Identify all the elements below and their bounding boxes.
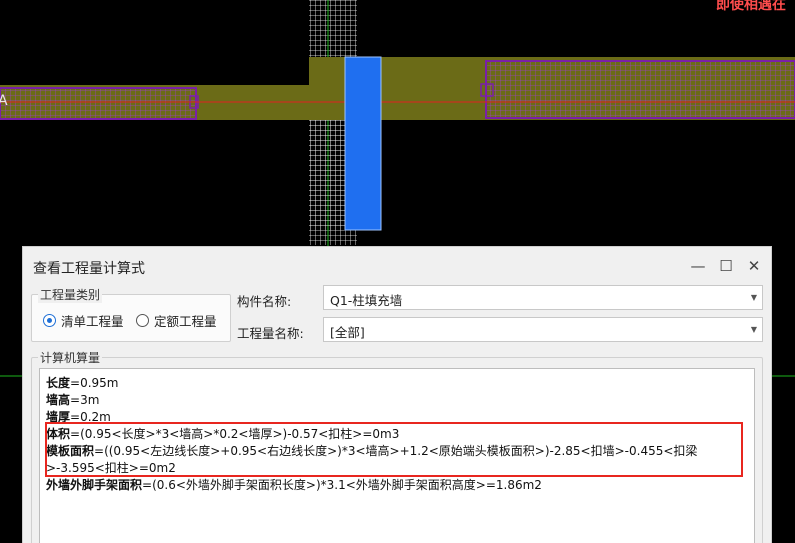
- component-name-value: Q1-柱填充墙: [330, 293, 403, 308]
- computer-calc-legend: 计算机算量: [38, 349, 103, 366]
- minimize-icon[interactable]: —: [687, 255, 709, 277]
- radio-quota-quantity[interactable]: 定额工程量: [136, 311, 217, 330]
- axis-label-a: A: [0, 93, 8, 109]
- cad-annotation-text: 即使相遇在: [716, 0, 786, 13]
- formula-line-wall-height: 墙高=3m: [46, 393, 100, 407]
- formula-line-volume: 体积=(0.95<长度>*3<墙高>*0.2<墙厚>)-0.57<扣柱>=0m3: [46, 427, 400, 441]
- formula-line-scaffold-area: 外墙外脚手架面积=(0.6<外墙外脚手架面积长度>)*3.1<外墙外脚手架面积高…: [46, 478, 542, 492]
- left-hatched-wall: [0, 87, 197, 120]
- chevron-down-icon: ▼: [750, 325, 757, 334]
- radio-bill-quantity[interactable]: 清单工程量: [43, 311, 124, 330]
- radio-bill-quantity-label: 清单工程量: [61, 314, 124, 329]
- formula-line-wall-thickness: 墙厚=0.2m: [46, 410, 111, 424]
- maximize-icon[interactable]: ☐: [715, 255, 737, 277]
- grid-column-strip-lower: [309, 120, 345, 230]
- chevron-down-icon: ▼: [750, 293, 757, 302]
- radio-checked-icon: [43, 314, 56, 327]
- formula-line-formwork-area: 模板面积=((0.95<左边线长度>+0.95<右边线长度>)*3<墙高>+1.…: [46, 444, 698, 475]
- quantity-name-value: [全部]: [330, 325, 365, 340]
- radio-unchecked-icon: [136, 314, 149, 327]
- quantity-name-select[interactable]: [全部] ▼: [323, 317, 763, 342]
- right-hatched-wall: [485, 60, 795, 119]
- quantity-name-label: 工程量名称:: [237, 326, 304, 341]
- quantity-category-group: 工程量类别 清单工程量 定额工程量: [31, 286, 231, 342]
- quantity-formula-dialog: 查看工程量计算式 — ☐ ✕ 工程量类别 清单工程量 定额工程量 构件名称: Q…: [22, 246, 772, 543]
- radio-quota-quantity-label: 定额工程量: [154, 314, 217, 329]
- component-name-label: 构件名称:: [237, 294, 292, 309]
- blue-column: [344, 56, 382, 231]
- close-icon[interactable]: ✕: [743, 255, 765, 277]
- dialog-titlebar[interactable]: 查看工程量计算式 — ☐ ✕: [23, 247, 771, 287]
- formula-result-box[interactable]: 长度=0.95m 墙高=3m 墙厚=0.2m 体积=(0.95<长度>*3<墙高…: [39, 368, 755, 543]
- formula-line-length: 长度=0.95m: [46, 376, 119, 390]
- component-name-select[interactable]: Q1-柱填充墙 ▼: [323, 285, 763, 310]
- quantity-category-legend: 工程量类别: [38, 286, 103, 303]
- dialog-title: 查看工程量计算式: [33, 261, 145, 277]
- wall-band-left-dark: [0, 57, 309, 87]
